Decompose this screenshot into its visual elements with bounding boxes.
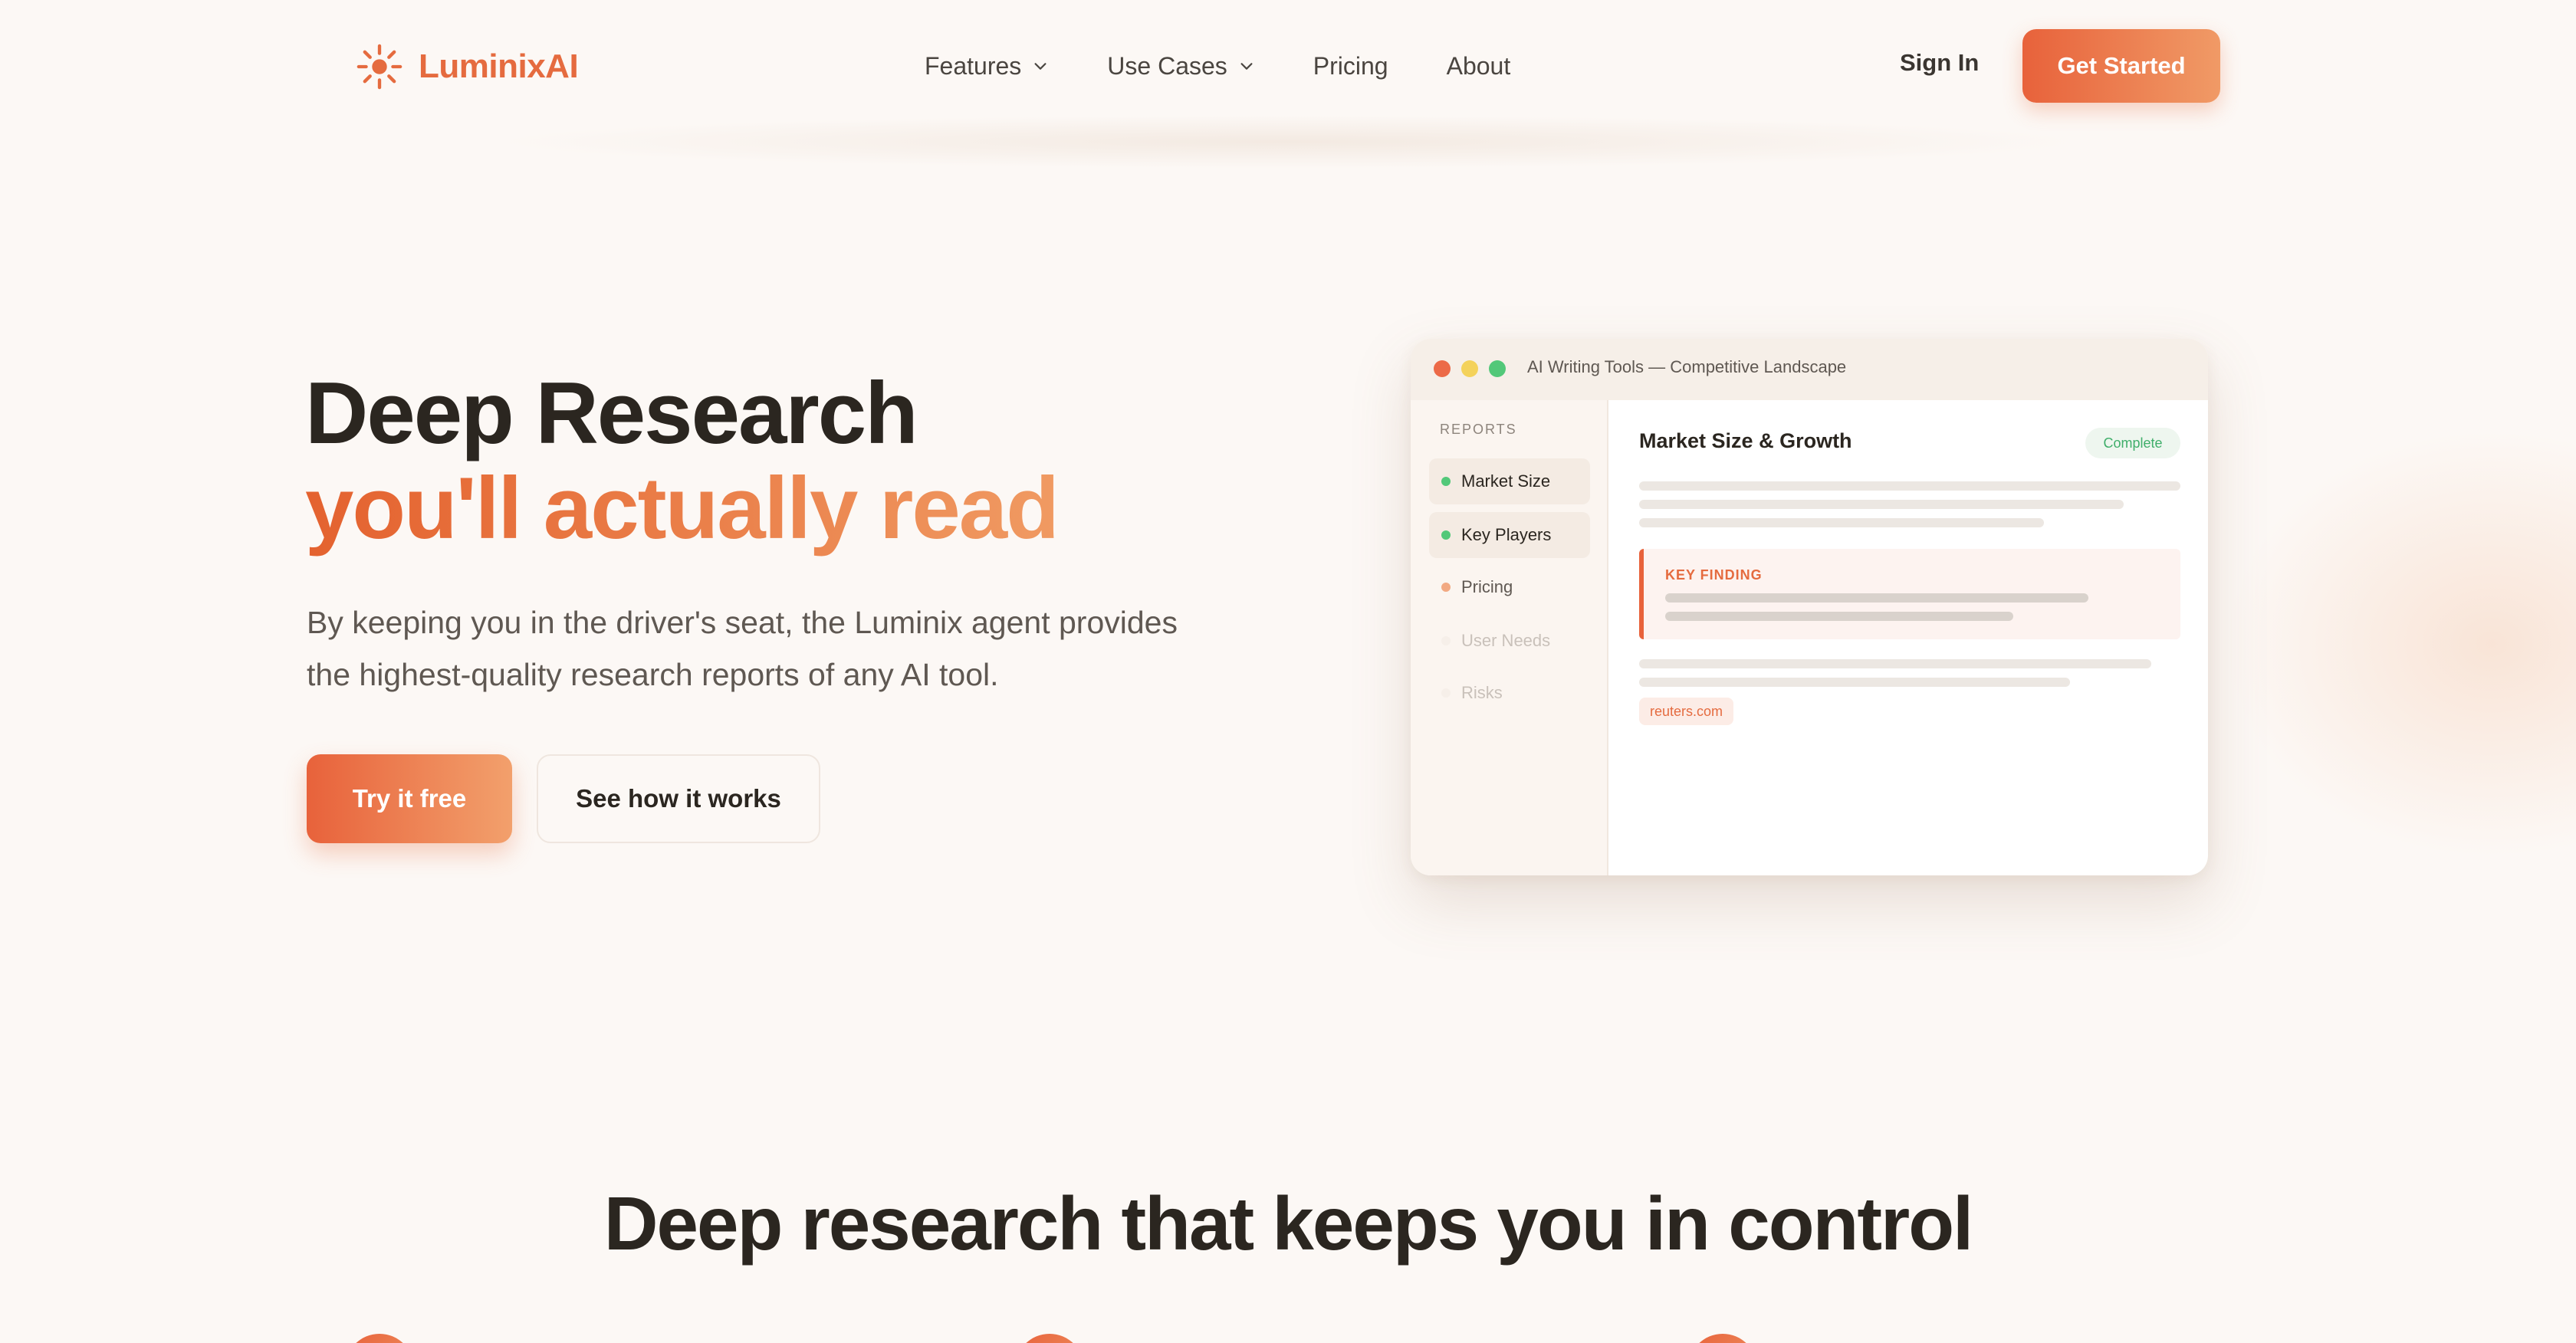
nav-item-label: Features [925,51,1022,80]
sign-in-link[interactable]: Sign In [1900,49,1979,77]
report-item-label: Market Size [1461,471,1551,491]
nav-item-use-cases[interactable]: Use Cases [1107,52,1255,80]
section-title: Deep research that keeps you in control [603,1181,1974,1266]
nav-item-label: About [1446,51,1511,80]
sidebar-label: REPORTS [1440,422,1517,437]
text-placeholder-line [1665,612,2013,621]
get-started-button[interactable]: Get Started [2022,29,2220,103]
minimize-dot-icon [1461,360,1478,377]
status-dot-icon [1441,530,1451,540]
hero-subtitle-line1: By keeping you in the driver's seat, the… [307,605,1178,640]
see-how-it-works-button[interactable]: See how it works [537,754,820,843]
text-placeholder-line [1639,481,2180,491]
status-dot-icon [1441,477,1451,486]
report-item-label: Key Players [1461,525,1552,544]
sun-icon [356,44,402,90]
brand-logo[interactable]: LuminixAI [356,40,579,94]
report-item-user-needs[interactable]: User Needs [1429,618,1590,664]
chevron-down-icon [1240,63,1253,70]
report-item-pricing[interactable]: Pricing [1429,564,1590,610]
report-item-label: User Needs [1461,631,1551,650]
report-heading: Market Size & Growth [1639,429,1852,452]
reports-sidebar: REPORTS Market Size Key Players Pricing Use… [1411,400,1608,875]
nav-item-label: Pricing [1313,51,1388,80]
text-placeholder-line [1639,500,2124,509]
text-placeholder-line [1639,659,2151,668]
text-placeholder-line [1665,593,2088,603]
hero-title: Deep Research you'll actually read [305,365,1060,557]
app-preview-window: AI Writing Tools — Competitive Landscape… [1411,339,2208,875]
hero-subtitle: By keeping you in the driver's seat, the… [307,596,1257,701]
nav-item-features[interactable]: Features [925,52,1049,80]
text-placeholder-line [1639,518,2044,527]
nav-item-pricing[interactable]: Pricing [1313,52,1388,80]
maximize-dot-icon [1489,360,1506,377]
report-item-risks[interactable]: Risks [1429,670,1590,716]
background-glow [2223,429,2576,859]
feature-icon [1688,1334,1757,1343]
status-dot-icon [1441,583,1451,592]
status-badge: Complete [2085,428,2180,458]
status-dot-icon [1441,688,1451,698]
chevron-down-icon [1034,63,1046,70]
key-finding-label: KEY FINDING [1665,567,1763,583]
window-titlebar: AI Writing Tools — Competitive Landscape [1411,339,2208,400]
report-item-label: Risks [1461,683,1503,702]
feature-icon [345,1334,414,1343]
hero-title-line1: Deep Research [305,365,918,462]
hero-subtitle-line2: the highest-quality research reports of … [307,657,999,692]
status-dot-icon [1441,636,1451,645]
close-dot-icon [1434,360,1451,377]
window-title: AI Writing Tools — Competitive Landscape [1527,357,1847,376]
feature-icon [1015,1334,1084,1343]
text-placeholder-line [1639,678,2070,687]
main-menu: Features Use Cases Pricing About [925,46,1510,86]
hero-title-line2: you'll actually read [305,460,1060,557]
key-finding-callout: KEY FINDING [1639,549,2180,639]
brand-name: LuminixAI [419,48,579,85]
report-item-market-size[interactable]: Market Size [1429,458,1590,504]
report-item-key-players[interactable]: Key Players [1429,512,1590,558]
source-tag[interactable]: reuters.com [1639,698,1734,725]
landing-page: LuminixAI Features Use Cases Pricing Abo… [0,0,2576,1343]
try-free-button[interactable]: Try it free [307,754,512,843]
nav-item-about[interactable]: About [1447,52,1511,80]
report-item-label: Pricing [1461,577,1513,596]
nav-item-label: Use Cases [1107,51,1227,80]
top-nav: LuminixAI Features Use Cases Pricing Abo… [0,0,2576,132]
